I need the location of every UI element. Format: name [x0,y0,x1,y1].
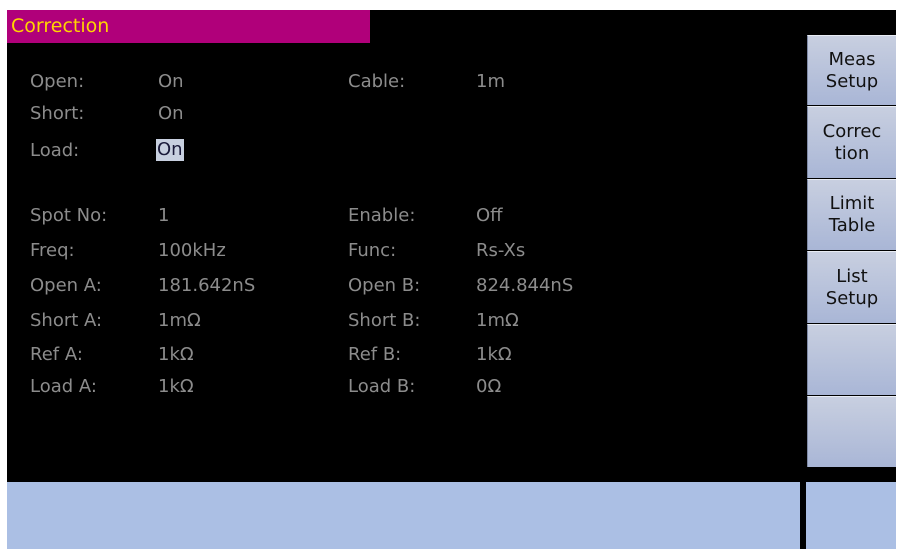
page-title: Correction [7,10,370,43]
ref-a-label: Ref A: [30,344,83,365]
cable-label: Cable: [348,71,406,92]
ref-a-value[interactable]: 1kΩ [158,344,194,366]
short-a-value[interactable]: 1mΩ [158,310,201,332]
open-a-label: Open A: [30,275,102,296]
cable-value[interactable]: 1m [476,71,505,93]
enable-label: Enable: [348,205,416,226]
display-screen [7,10,896,549]
status-bar-right [806,482,896,549]
softkey-correction[interactable]: Correc tion [807,106,896,178]
load-b-value[interactable]: 0Ω [476,376,501,398]
load-b-label: Load B: [348,376,416,397]
open-a-value[interactable]: 181.642nS [158,275,255,297]
func-label: Func: [348,240,397,261]
softkey-label: Meas Setup [825,48,879,92]
enable-value[interactable]: Off [476,205,503,227]
ref-b-value[interactable]: 1kΩ [476,344,512,366]
spot-no-value[interactable]: 1 [158,205,169,227]
open-value[interactable]: On [158,71,184,93]
spot-no-label: Spot No: [30,205,108,226]
status-bar [7,482,800,549]
short-label: Short: [30,103,85,124]
softkey-label: List Setup [825,265,879,309]
open-b-value[interactable]: 824.844nS [476,275,573,297]
load-a-value[interactable]: 1kΩ [158,376,194,398]
load-label: Load: [30,140,80,161]
open-b-label: Open B: [348,275,421,296]
load-a-label: Load A: [30,376,97,397]
softkey-label: Limit Table [828,193,876,236]
short-a-label: Short A: [30,310,103,331]
softkey-blank-6[interactable] [807,396,896,467]
softkey-label: Correc tion [822,120,882,164]
short-b-value[interactable]: 1mΩ [476,310,519,332]
short-value[interactable]: On [158,103,184,125]
softkey-list-setup[interactable]: List Setup [807,251,896,323]
ref-b-label: Ref B: [348,344,402,365]
freq-value[interactable]: 100kHz [158,240,226,262]
softkey-blank-5[interactable] [807,324,896,395]
softkey-meas-setup[interactable]: Meas Setup [807,35,896,105]
open-label: Open: [30,71,85,92]
func-value[interactable]: Rs-Xs [476,240,525,262]
load-value[interactable]: On [156,139,184,161]
short-b-label: Short B: [348,310,421,331]
freq-label: Freq: [30,240,75,261]
softkey-limit-table[interactable]: Limit Table [807,179,896,250]
